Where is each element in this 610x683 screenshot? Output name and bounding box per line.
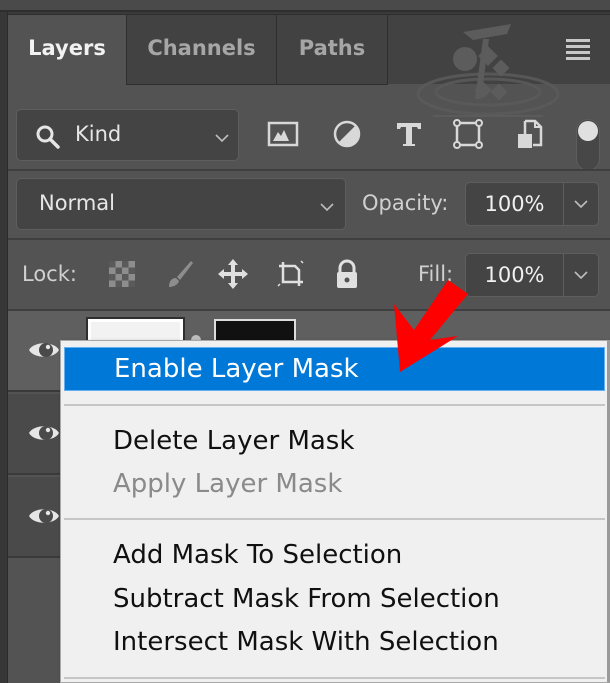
chevron-down-icon: [320, 199, 334, 213]
pixel-layer-filter-icon[interactable]: [266, 117, 300, 151]
fill-label: Fill:: [418, 262, 454, 286]
menu-item-add-mask-to-selection[interactable]: Add Mask To Selection: [64, 534, 605, 578]
layer-mask-context-menu: Enable Layer Mask Delete Layer Mask Appl…: [60, 340, 610, 683]
eye-visibility-icon[interactable]: [28, 505, 60, 527]
type-layer-filter-icon[interactable]: [392, 117, 426, 151]
lock-artboard-icon[interactable]: [275, 258, 307, 290]
search-icon: [36, 125, 60, 149]
menu-item-apply-layer-mask: Apply Layer Mask: [113, 469, 343, 499]
menu-item-subtract-mask-from-selection[interactable]: Subtract Mask From Selection: [64, 578, 605, 622]
blend-mode-value: Normal: [39, 191, 115, 215]
tab-paths[interactable]: Paths: [277, 15, 388, 85]
menu-separator: [64, 677, 605, 679]
adjustment-layer-filter-icon[interactable]: [330, 117, 364, 151]
divider: [8, 169, 610, 171]
menu-item-delete-layer-mask[interactable]: Delete Layer Mask: [64, 420, 605, 464]
top-strip: [0, 0, 610, 12]
filter-kind-label: Kind: [75, 122, 122, 146]
smart-object-filter-icon[interactable]: [513, 117, 547, 151]
chevron-down-icon: [215, 130, 229, 144]
lock-image-pixels-icon[interactable]: [163, 258, 195, 290]
filter-toggle-switch[interactable]: [576, 119, 600, 171]
tab-layers[interactable]: Layers: [8, 15, 126, 85]
opacity-label: Opacity:: [362, 191, 449, 215]
lock-transparent-pixels-icon[interactable]: [106, 258, 138, 290]
shape-layer-filter-icon[interactable]: [451, 117, 485, 151]
left-edge: [0, 12, 8, 683]
eye-visibility-icon[interactable]: [28, 422, 60, 444]
menu-separator: [64, 404, 605, 406]
fill-input[interactable]: 100%: [466, 254, 564, 296]
filter-kind-select[interactable]: Kind: [16, 109, 239, 161]
fill-field: 100%: [465, 253, 599, 297]
fill-dropdown-button[interactable]: [564, 254, 598, 296]
opacity-field: 100%: [465, 182, 599, 226]
tab-channels[interactable]: Channels: [126, 15, 277, 85]
menu-item-enable-layer-mask[interactable]: Enable Layer Mask: [64, 347, 605, 391]
opacity-input[interactable]: 100%: [466, 183, 564, 225]
chevron-down-icon: [574, 196, 588, 210]
lock-all-icon[interactable]: [331, 258, 363, 290]
opacity-dropdown-button[interactable]: [564, 183, 598, 225]
hamburger-menu-icon[interactable]: [566, 39, 590, 61]
divider: [8, 238, 610, 240]
panel-tab-bar: Layers Channels Paths: [8, 14, 610, 85]
lock-label: Lock:: [22, 262, 77, 286]
menu-separator: [64, 518, 605, 520]
eye-visibility-icon[interactable]: [28, 339, 60, 361]
menu-item-intersect-mask-with-selection[interactable]: Intersect Mask With Selection: [64, 621, 605, 665]
blend-mode-select[interactable]: Normal: [16, 178, 346, 230]
chevron-down-icon: [574, 267, 588, 281]
lock-position-icon[interactable]: [217, 258, 249, 290]
toggle-knob: [578, 121, 598, 141]
